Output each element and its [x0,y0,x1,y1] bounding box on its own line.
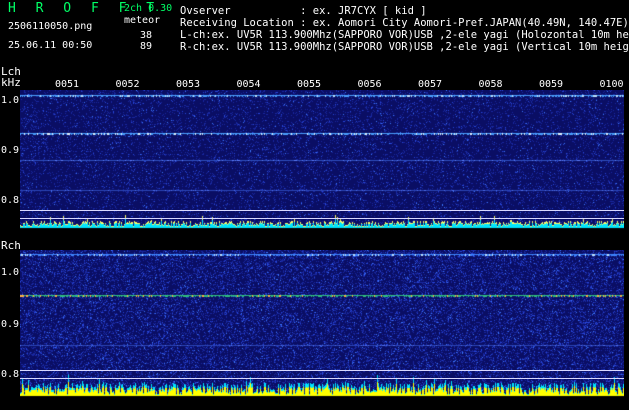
lch-baseline-line [20,218,624,219]
time-tick-label: 0056 [357,79,382,90]
time-tick-label: 0055 [297,79,322,90]
time-tick-label: 0051 [55,79,80,90]
rch-meteor-count: 89 [140,41,153,52]
rch-freq-tick-1.0: 1.0 [1,267,20,278]
datetime-label: 25.06.11 00:50 [8,40,93,51]
time-tick-label: 0059 [539,79,564,90]
meteor-label: meteor [124,15,161,26]
time-tick-label: 0052 [115,79,140,90]
lch-meteor-count: 38 [140,30,153,41]
rch-freq-tick-0.9: 0.9 [1,319,20,330]
time-tick-label: 0054 [236,79,261,90]
time-tick-label: 0058 [478,79,503,90]
rch-label: Rch [1,239,21,252]
lch-spectrogram [20,90,624,230]
rch-freq-tick-0.8: 0.8 [1,369,20,380]
lch-freq-tick-0.9: 0.9 [1,145,20,156]
location-line: Receiving Location : ex. Aomori City Aom… [180,17,629,29]
rch-spectrogram-canvas [20,250,624,398]
time-tick-label: 0100 [599,79,624,90]
time-tick-label: 0057 [418,79,443,90]
rch-reference-line [20,370,624,371]
lch-description: L-ch:ex. UV5R 113.900Mhz(SAPPORO VOR)USB… [180,29,629,41]
time-tick-label: 0053 [176,79,201,90]
observer-line: Ovserver : ex. JR7CYX [ kid ] [180,5,427,17]
lch-reference-line [20,210,624,211]
lch-freq-tick-1.0: 1.0 [1,95,20,106]
filename-label: 2506110050.png [8,21,93,32]
khz-label: kHz [1,76,21,89]
channel-info: 2ch 0.30 [124,3,173,14]
rch-spectrogram [20,250,624,398]
lch-spectrogram-canvas [20,90,624,230]
rch-description: R-ch:ex. UV5R 113.900Mhz(SAPPORO VOR)USB… [180,41,629,53]
rch-baseline-line [20,378,624,379]
lch-freq-tick-0.8: 0.8 [1,195,20,206]
